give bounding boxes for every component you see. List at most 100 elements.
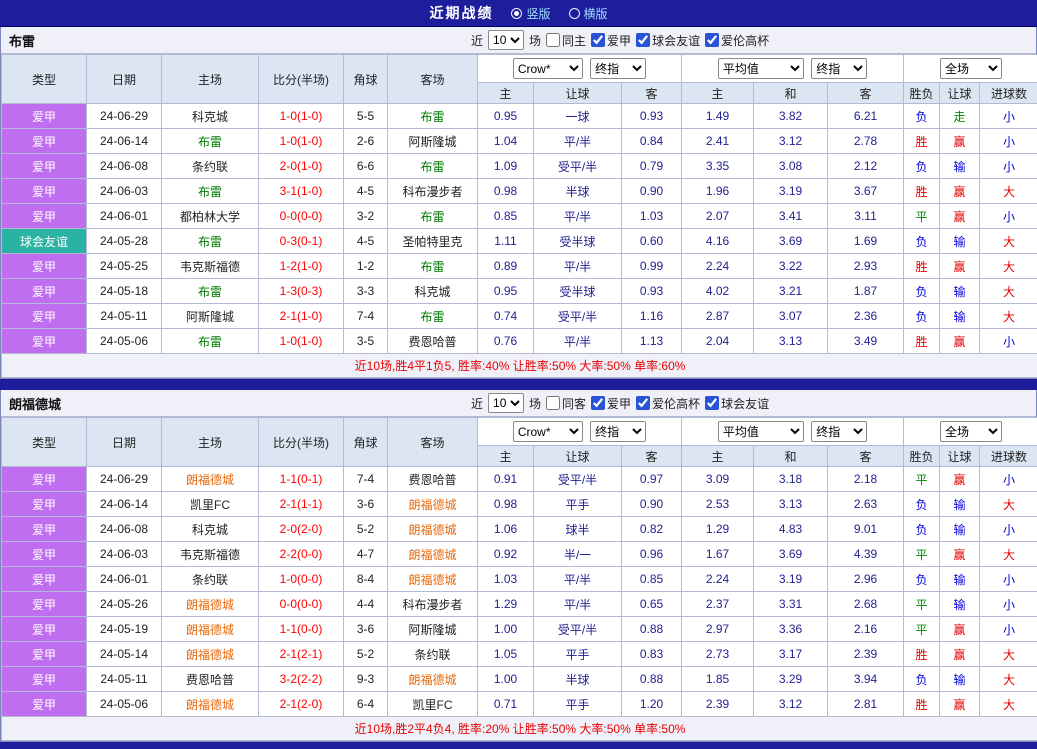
match-row: 爱甲24-05-25韦克斯福德1-2(1-0)1-2布雷0.89平/半0.992…: [2, 254, 1037, 279]
match-type: 爱甲: [2, 517, 87, 542]
col-header-handicap: 让球: [534, 83, 622, 104]
filter-cup-input[interactable]: [636, 396, 650, 410]
avg-draw-odds: 3.19: [754, 567, 828, 592]
handicap-line: 受平/半: [534, 467, 622, 492]
half-full-score: 1-0(1-0): [259, 104, 344, 129]
summary-row: 近10场,胜2平4负4, 胜率:20% 让胜率:50% 大率:50% 单率:50…: [2, 717, 1037, 741]
goals-result: 小: [980, 154, 1037, 179]
goals-result: 大: [980, 229, 1037, 254]
result: 负: [904, 667, 940, 692]
match-type: 爱甲: [2, 129, 87, 154]
recent-count-select[interactable]: 10: [488, 393, 524, 413]
home-odds: 1.03: [478, 567, 534, 592]
home-team: 凯里FC: [162, 492, 259, 517]
filter-league-input[interactable]: [591, 33, 605, 47]
avg-home-odds: 2.97: [682, 617, 754, 642]
bookmaker-odds-type-select[interactable]: 终指: [590, 421, 646, 442]
average-odds-type-select[interactable]: 终指: [811, 421, 867, 442]
corner-score: 3-5: [344, 329, 388, 354]
corner-score: 1-2: [344, 254, 388, 279]
home-team: 布雷: [162, 329, 259, 354]
filter-league-checkbox[interactable]: 爱甲: [591, 32, 631, 49]
bookmaker-controls: Crow* 终指: [478, 418, 682, 446]
away-odds: 0.82: [622, 517, 682, 542]
away-odds: 1.16: [622, 304, 682, 329]
match-type: 爱甲: [2, 279, 87, 304]
recent-suffix-label: 场: [529, 32, 541, 49]
filter-cup-checkbox[interactable]: 爱伦高杯: [705, 32, 769, 49]
match-date: 24-06-08: [87, 154, 162, 179]
goals-result: 小: [980, 617, 1037, 642]
average-select[interactable]: 平均值: [718, 421, 804, 442]
result: 负: [904, 279, 940, 304]
filter-cup-input[interactable]: [705, 33, 719, 47]
average-odds-type-select[interactable]: 终指: [811, 58, 867, 79]
match-row: 爱甲24-06-14布雷1-0(1-0)2-6阿斯隆城1.04平/半0.842.…: [2, 129, 1037, 154]
avg-away-odds: 2.81: [828, 692, 904, 717]
filter-same-home-checkbox[interactable]: 同主: [546, 32, 586, 49]
handicap-result: 赢: [940, 179, 980, 204]
avg-home-odds: 1.29: [682, 517, 754, 542]
match-date: 24-05-06: [87, 692, 162, 717]
away-team: 布雷: [388, 204, 478, 229]
match-type: 爱甲: [2, 542, 87, 567]
filter-club-friendly-input[interactable]: [705, 396, 719, 410]
match-date: 24-05-14: [87, 642, 162, 667]
half-full-score: 2-1(1-0): [259, 304, 344, 329]
goals-result: 小: [980, 329, 1037, 354]
goals-result: 大: [980, 692, 1037, 717]
col-header-date: 日期: [87, 418, 162, 467]
result: 负: [904, 104, 940, 129]
corner-score: 4-7: [344, 542, 388, 567]
horizontal-layout-radio[interactable]: 横版: [569, 5, 608, 22]
col-header-odds-home: 主: [478, 446, 534, 467]
avg-away-odds: 3.11: [828, 204, 904, 229]
half-full-score: 2-1(2-1): [259, 642, 344, 667]
half-full-score: 1-3(0-3): [259, 279, 344, 304]
home-odds: 0.98: [478, 492, 534, 517]
result: 平: [904, 592, 940, 617]
filter-same-home-input[interactable]: [546, 33, 560, 47]
bookmaker-odds-type-select[interactable]: 终指: [590, 58, 646, 79]
filter-same-away-input[interactable]: [546, 396, 560, 410]
recent-count-select[interactable]: 10: [488, 30, 524, 50]
match-date: 24-05-25: [87, 254, 162, 279]
filter-club-friendly-input[interactable]: [636, 33, 650, 47]
away-team: 朗福德城: [388, 517, 478, 542]
filter-same-away-checkbox[interactable]: 同客: [546, 395, 586, 412]
horizontal-layout-label: 横版: [584, 5, 608, 22]
handicap-line: 一球: [534, 104, 622, 129]
bookmaker-select[interactable]: Crow*: [513, 58, 583, 79]
result: 胜: [904, 692, 940, 717]
away-odds: 0.93: [622, 279, 682, 304]
handicap-line: 受平/半: [534, 154, 622, 179]
filter-club-friendly-checkbox[interactable]: 球会友谊: [705, 395, 769, 412]
avg-away-odds: 2.68: [828, 592, 904, 617]
handicap-line: 平/半: [534, 592, 622, 617]
col-header-goals: 进球数: [980, 83, 1037, 104]
scope-select[interactable]: 全场: [940, 421, 1002, 442]
average-select[interactable]: 平均值: [718, 58, 804, 79]
filter-league-checkbox[interactable]: 爱甲: [591, 395, 631, 412]
filter-cup-checkbox[interactable]: 爱伦高杯: [636, 395, 700, 412]
handicap-line: 受半球: [534, 229, 622, 254]
half-full-score: 3-2(2-2): [259, 667, 344, 692]
vertical-layout-radio[interactable]: 竖版: [511, 5, 550, 22]
away-team: 朗福德城: [388, 542, 478, 567]
filter-league-input[interactable]: [591, 396, 605, 410]
scope-select[interactable]: 全场: [940, 58, 1002, 79]
radio-unselected-icon: [569, 8, 580, 19]
filter-club-friendly-checkbox[interactable]: 球会友谊: [636, 32, 700, 49]
corner-score: 2-6: [344, 129, 388, 154]
col-header-away: 客场: [388, 418, 478, 467]
avg-away-odds: 1.69: [828, 229, 904, 254]
match-date: 24-05-11: [87, 667, 162, 692]
filter-club-friendly-label: 球会友谊: [652, 32, 700, 49]
away-odds: 0.65: [622, 592, 682, 617]
avg-draw-odds: 3.19: [754, 179, 828, 204]
home-odds: 0.85: [478, 204, 534, 229]
goals-result: 大: [980, 179, 1037, 204]
bookmaker-select[interactable]: Crow*: [513, 421, 583, 442]
result: 胜: [904, 254, 940, 279]
home-odds: 0.92: [478, 542, 534, 567]
